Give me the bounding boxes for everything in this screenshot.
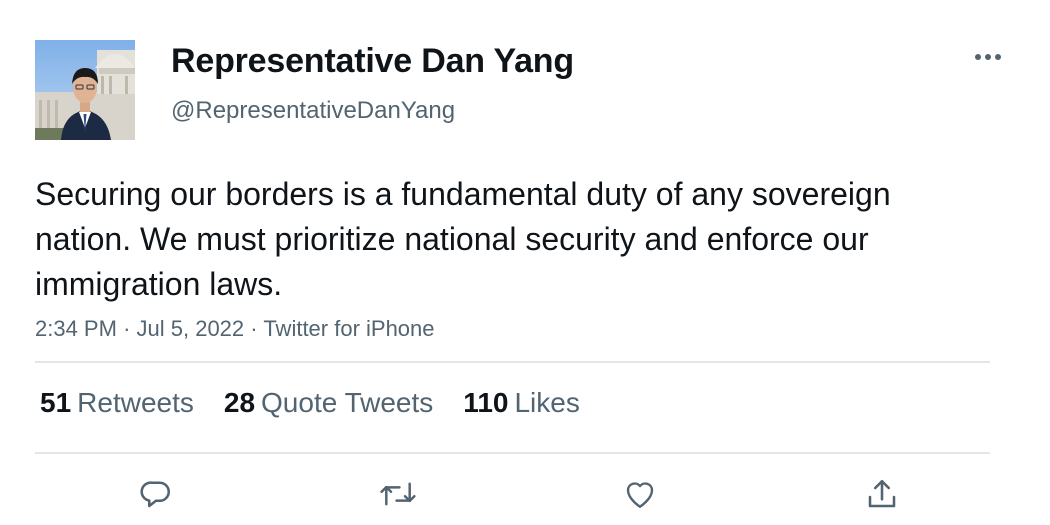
divider (35, 361, 990, 363)
retweets-count: 51 (40, 387, 72, 418)
tweet-actions (0, 468, 1050, 518)
quote-tweets-stat[interactable]: 28 Quote Tweets (224, 387, 433, 419)
tweet-meta: 2:34 PM · Jul 5, 2022 · Twitter for iPho… (35, 316, 435, 342)
likes-stat[interactable]: 110 Likes (463, 387, 580, 419)
share-button[interactable] (860, 472, 904, 516)
tweet-stats: 51 Retweets 28 Quote Tweets 110 Likes (40, 387, 610, 419)
author-display-name[interactable]: Representative Dan Yang (171, 42, 574, 81)
like-button[interactable] (618, 472, 662, 516)
quote-tweets-count: 28 (223, 387, 256, 418)
profile-photo-icon (35, 40, 135, 140)
more-options-button[interactable] (966, 42, 1010, 72)
tweet-time[interactable]: 2:34 PM (35, 316, 117, 341)
share-icon (868, 479, 896, 508)
retweets-stat[interactable]: 51 Retweets (40, 387, 194, 419)
more-dots-icon (975, 54, 1001, 60)
reply-icon (140, 481, 171, 508)
divider (35, 452, 990, 454)
tweet-source[interactable]: Twitter for iPhone (263, 316, 434, 341)
reply-button[interactable] (134, 472, 178, 516)
retweets-label: Retweets (77, 387, 194, 418)
meta-separator: · (123, 316, 137, 341)
likes-count: 110 (463, 387, 509, 418)
author-handle[interactable]: @RepresentativeDanYang (171, 97, 455, 125)
heart-icon (626, 482, 654, 508)
tweet-date[interactable]: Jul 5, 2022 (137, 316, 245, 341)
likes-label: Likes (514, 387, 580, 418)
avatar[interactable] (35, 40, 135, 140)
retweet-icon (380, 482, 416, 506)
tweet-text: Securing our borders is a fundamental du… (35, 176, 891, 302)
meta-separator: · (250, 316, 264, 341)
tweet-card: Representative Dan Yang @RepresentativeD… (0, 0, 1050, 525)
quote-tweets-label: Quote Tweets (261, 387, 434, 418)
retweet-button[interactable] (376, 472, 420, 516)
